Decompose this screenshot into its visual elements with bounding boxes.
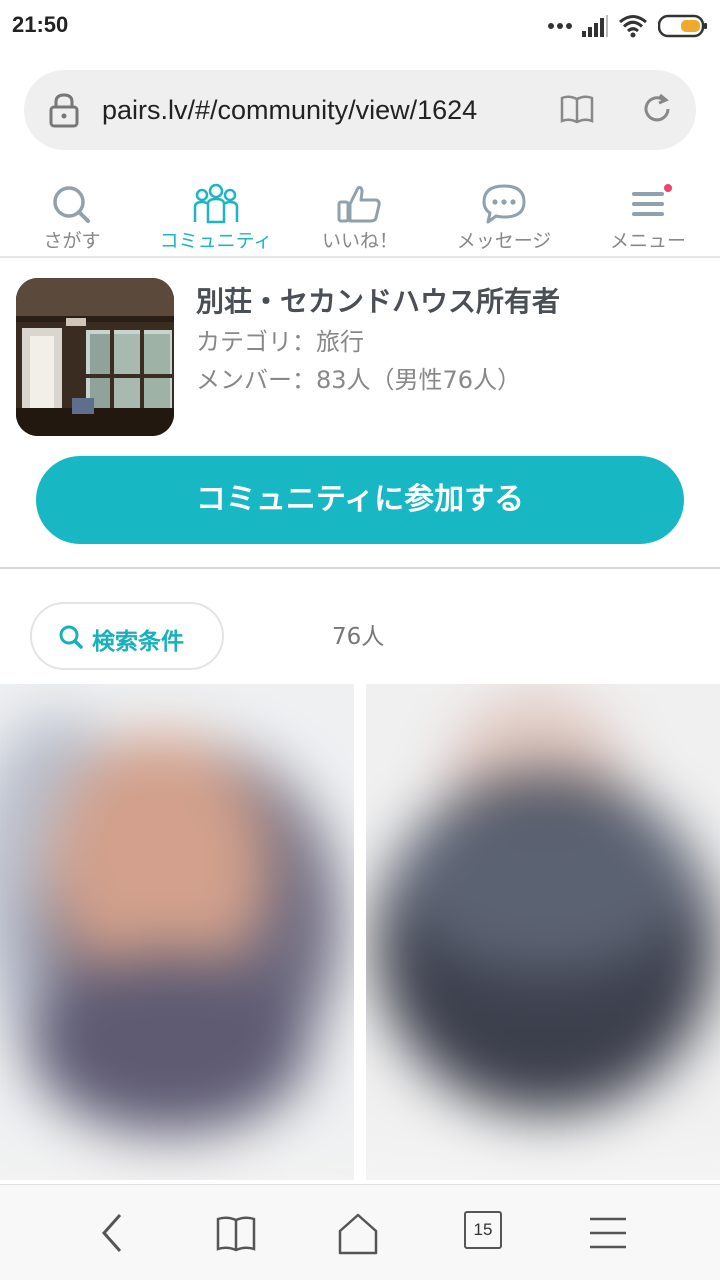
tab-community[interactable]: コミュニティ <box>144 176 288 256</box>
tab-menu[interactable]: メニュー <box>576 176 720 256</box>
status-time: 21:50 <box>12 12 69 37</box>
signal-icon <box>582 15 608 37</box>
message-icon <box>482 184 526 224</box>
search-icon <box>59 625 83 649</box>
reader-mode-icon[interactable] <box>560 94 594 124</box>
url-text[interactable]: pairs.lv/#/community/view/1624 <box>102 92 550 128</box>
main-tabs: さがす コミュニティ いいね！ メッセージ メニュー <box>0 176 720 258</box>
hamburger-menu-icon[interactable] <box>584 1211 632 1255</box>
result-count: 76人 <box>332 624 385 650</box>
community-members: メンバー：83人（男性76人） <box>196 366 522 394</box>
community-category: カテゴリ：旅行 <box>196 328 364 356</box>
room-photo <box>16 278 174 436</box>
member-photo-blurred <box>0 684 354 1180</box>
home-icon[interactable] <box>334 1211 382 1255</box>
wifi-icon <box>619 15 647 38</box>
tab-search[interactable]: さがす <box>0 176 144 256</box>
join-community-button[interactable]: コミュニティに参加する <box>36 456 684 544</box>
community-title: 別荘・セカンドハウス所有者 <box>196 285 561 318</box>
thumbs-up-icon <box>337 186 381 223</box>
tab-likes-label: いいね！ <box>321 230 398 252</box>
tab-messages-label: メッセージ <box>456 230 552 252</box>
notification-dot <box>662 182 674 194</box>
status-icons <box>548 12 708 40</box>
tab-community-label: コミュニティ <box>159 230 273 252</box>
section-divider <box>0 567 720 569</box>
bookmarks-icon[interactable] <box>212 1211 260 1255</box>
community-icon <box>193 183 239 224</box>
search-conditions-button[interactable]: 検索条件 <box>30 602 224 670</box>
community-image <box>16 278 174 436</box>
member-photo-blurred <box>366 684 720 1180</box>
tab-search-label: さがす <box>43 230 101 252</box>
tab-likes[interactable]: いいね！ <box>288 176 432 256</box>
member-card[interactable] <box>0 684 354 1180</box>
address-bar[interactable]: pairs.lv/#/community/view/1624 <box>24 70 696 150</box>
search-conditions-label: 検索条件 <box>92 629 184 655</box>
back-icon[interactable] <box>90 1211 138 1255</box>
tab-menu-label: メニュー <box>609 230 686 252</box>
search-icon <box>53 186 90 223</box>
tab-messages[interactable]: メッセージ <box>432 176 576 256</box>
more-dots-icon <box>548 23 572 29</box>
refresh-icon[interactable] <box>640 92 674 126</box>
browser-bottom-bar: 15 <box>0 1184 720 1280</box>
tabs-button[interactable]: 15 <box>464 1211 512 1255</box>
member-card[interactable] <box>366 684 720 1180</box>
lock-icon <box>49 93 79 128</box>
battery-icon <box>658 14 707 38</box>
tab-count: 15 <box>464 1211 502 1249</box>
status-bar: 21:50 <box>0 0 720 52</box>
